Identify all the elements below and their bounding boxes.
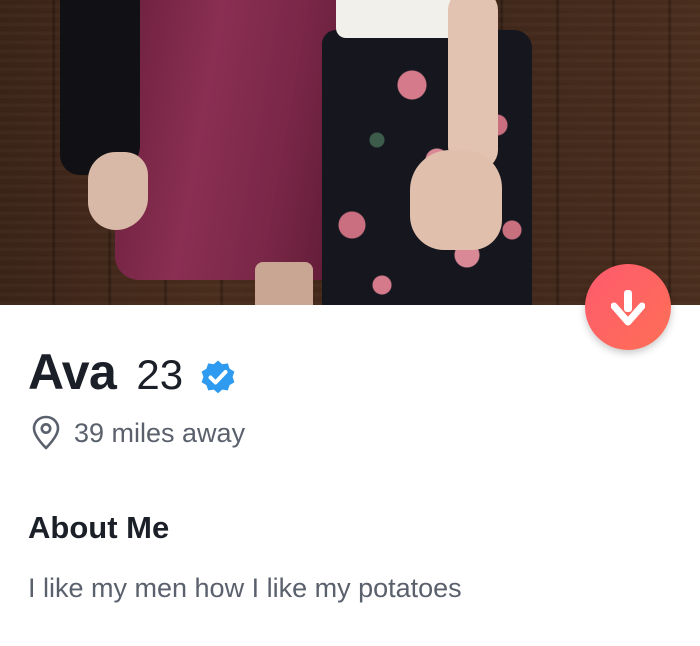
name-row: Ava 23: [28, 343, 237, 401]
profile-screen: Ava 23 39 miles away About Me I like my …: [0, 0, 700, 646]
profile-photo[interactable]: [0, 0, 700, 305]
photo-person-right-hand: [410, 150, 502, 250]
profile-age: 23: [136, 351, 184, 398]
profile-name: Ava: [28, 344, 117, 400]
photo-person-right-arm: [448, 0, 498, 170]
arrow-down-icon: [611, 290, 645, 326]
verified-badge-icon: [201, 360, 235, 394]
photo-person-left-hand: [88, 152, 148, 230]
collapse-profile-button[interactable]: [585, 264, 671, 350]
location-pin-icon: [32, 415, 60, 450]
about-me-heading: About Me: [28, 510, 170, 545]
photo-person-left-dress: [115, 0, 340, 280]
photo-person-left-leg: [255, 262, 313, 305]
photo-person-left-sleeve: [60, 0, 140, 175]
distance-row: 39 miles away: [30, 415, 245, 451]
bio-text: I like my men how I like my potatoes: [28, 573, 462, 603]
distance-label: 39 miles away: [74, 417, 246, 448]
